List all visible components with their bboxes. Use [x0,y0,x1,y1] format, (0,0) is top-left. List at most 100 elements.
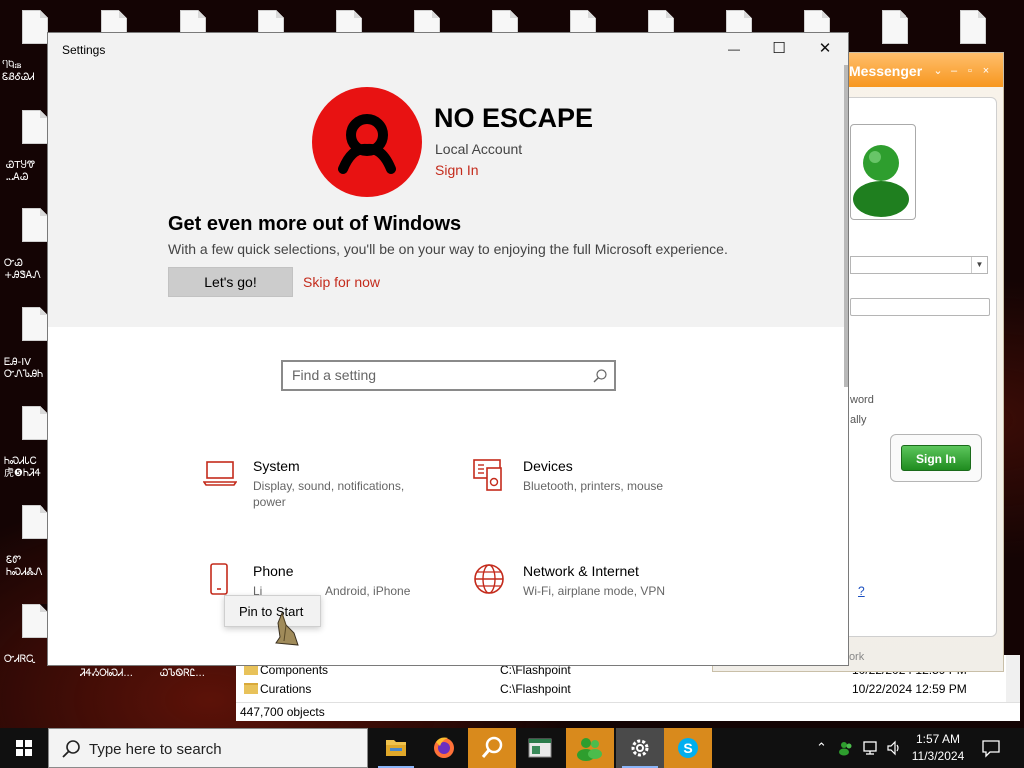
category-title: Network & Internet [523,563,639,579]
category-devices[interactable]: Devices Bluetooth, printers, mouse [473,458,713,528]
search-icon [62,740,80,758]
messenger-minimize-icon[interactable]: – [949,66,959,77]
search-icon [593,369,607,383]
volume-icon[interactable] [886,740,902,756]
messenger-link[interactable]: ? [858,584,865,598]
category-title: Phone [253,563,294,579]
globe-icon [474,564,504,594]
start-button[interactable] [0,728,48,768]
taskbar-search-placeholder: Type here to search [89,741,222,758]
account-name: NO ESCAPE [434,103,594,133]
avatar[interactable] [312,87,422,197]
desktop-icon-label[interactable]: ᏘᏎᏱᎺᏍᏗ... [80,668,152,680]
desktop-file-icon[interactable] [22,110,48,144]
clock-time[interactable]: 1:57 AM [912,732,964,746]
messenger-buddy-icon [577,738,602,761]
remember-password-label: word [850,394,874,406]
clock-date[interactable]: 11/3/2024 [910,749,966,763]
messenger-tray-icon[interactable] [838,740,854,756]
window-title: Settings [62,43,106,57]
close-button[interactable]: ✕ [802,33,848,65]
account-type: Local Account [435,141,523,157]
gear-icon [631,739,649,757]
windows-logo-icon [16,740,32,756]
minimize-button[interactable]: — [711,33,757,65]
chevron-up-icon[interactable]: ⌃ [816,740,827,756]
list-item[interactable]: Curations C:\Flashpoint 10/22/2024 12:59… [236,680,1006,699]
desktop-file-icon[interactable] [22,10,48,44]
settings-titlebar[interactable]: Settings — ☐ ✕ [48,33,848,65]
category-subtitle: Display, sound, notifications, power [253,479,405,509]
firefox-icon [434,737,454,758]
desktop-icon-label[interactable]: ᏂᏍᏗᏓᏟ 虎❺ᏂᏘᏎ [4,456,52,480]
skype-icon: S [678,738,698,758]
file-date: 10/22/2024 12:59 PM [852,682,967,696]
settings-taskbar-button[interactable] [616,728,664,768]
phone-icon [210,563,228,595]
messenger-sign-in-button[interactable]: Sign In [901,445,971,471]
desktop-file-icon[interactable] [22,208,48,242]
messenger-menu-icon[interactable]: ⌄ [933,66,943,77]
category-subtitle: Wi-Fi, airplane mode, VPN [523,584,666,598]
messenger-title: Messenger [849,63,923,79]
status-bar: 447,700 objects [236,702,1020,721]
desktop-file-icon[interactable] [960,10,986,44]
search-placeholder: Find a setting [292,367,377,383]
search-input[interactable]: Find a setting [281,360,616,391]
account-dropdown[interactable]: ▼ [850,256,988,274]
chevron-down-icon: ▼ [971,257,987,273]
scrollbar[interactable] [1006,655,1020,702]
desktop-icon-label[interactable]: ᏅᏊ +ᎯᏕᎪᏁ [4,258,52,282]
account-header: NO ESCAPE Local Account Sign In Get even… [48,65,848,327]
app-window-icon [528,738,552,758]
devices-icon [473,459,502,491]
sign-in-automatically-label: ally [850,414,867,426]
taskbar: Type here to search S ⌃ 1:57 AM 11/3/202… [0,728,1024,768]
desktop-icon-label[interactable]: ᎬᎯ-IV ᏅᏁᏖᎯᏂ [4,357,52,381]
category-title: System [253,458,300,474]
messenger-buddy-icon [850,124,916,220]
desktop-file-icon[interactable] [22,604,48,638]
messenger-taskbar-button[interactable] [566,728,614,768]
scrollbar[interactable] [844,65,848,387]
search-tool-taskbar-button[interactable] [468,728,516,768]
settings-window: Settings — ☐ ✕ NO ESCAPE Local Account S… [47,32,849,666]
file-path: C:\Flashpoint [500,682,571,696]
file-name: Curations [260,682,312,696]
folder-icon [244,683,258,694]
desktop-file-icon[interactable] [882,10,908,44]
promo-description: With a few quick selections, you'll be o… [168,241,728,257]
notification-icon[interactable] [976,738,1006,758]
messenger-maximize-icon[interactable]: ▫ [965,66,975,77]
desktop-file-icon[interactable] [22,505,48,539]
sign-in-link[interactable]: Sign In [435,162,479,178]
sign-in-frame: Sign In [890,434,982,482]
maximize-button[interactable]: ☐ [756,33,802,65]
svg-text:S: S [683,740,692,756]
app-window-taskbar-button[interactable] [516,728,564,768]
firefox-taskbar-button[interactable] [420,728,468,768]
user-icon [338,114,396,174]
taskbar-search-box[interactable]: Type here to search [48,728,368,768]
category-network-internet[interactable]: Network & Internet Wi-Fi, airplane mode,… [473,563,713,633]
messenger-close-icon[interactable]: × [981,66,991,77]
lets-go-button[interactable]: Let's go! [168,267,293,297]
category-title: Devices [523,458,573,474]
network-icon[interactable] [862,740,880,756]
desktop-file-icon[interactable] [22,307,48,341]
category-system[interactable]: System Display, sound, notifications, po… [203,458,443,528]
desktop-file-icon[interactable] [22,406,48,440]
desktop-icon-label[interactable]: ᏅᏗᏒᏩ [4,654,52,666]
desktop-icon-label[interactable]: ᏇᏖᏫᏒᏝ... [160,668,232,680]
magnifier-icon [481,736,503,758]
desktop-icon-label[interactable]: ႤႩ᎓ᏼ ᏋᏰᎴᏊᏗ [2,60,50,84]
promo-title: Get even more out of Windows [168,213,462,235]
context-menu: Pin to Start [224,595,321,627]
password-field[interactable] [850,298,990,316]
laptop-icon [203,461,237,486]
skype-taskbar-button[interactable]: S [664,728,712,768]
file-explorer-taskbar-button[interactable] [372,728,420,768]
category-subtitle: Bluetooth, printers, mouse [523,479,664,493]
cursor-icon [275,611,299,646]
skip-for-now-link[interactable]: Skip for now [303,274,380,290]
